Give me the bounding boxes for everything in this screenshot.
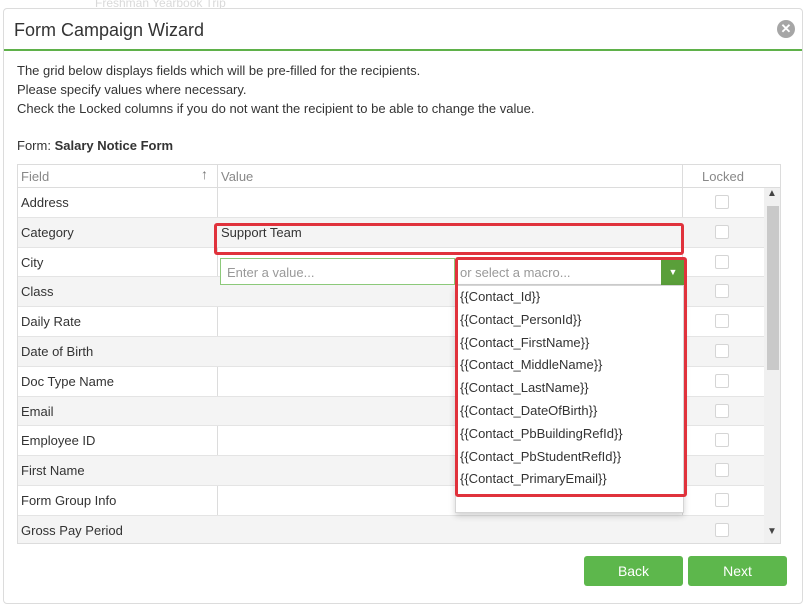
field-name: Email bbox=[21, 403, 54, 419]
instruction-line-2: Please specify values where necessary. bbox=[17, 82, 247, 97]
field-name: Employee ID bbox=[21, 433, 96, 449]
locked-checkbox[interactable] bbox=[715, 403, 729, 418]
field-name: Date of Birth bbox=[21, 343, 94, 359]
dialog-header: Form Campaign Wizard ✕ bbox=[4, 9, 802, 51]
field-name: First Name bbox=[21, 463, 85, 479]
dialog-title: Form Campaign Wizard bbox=[14, 20, 205, 40]
field-name: Daily Rate bbox=[21, 314, 81, 330]
value-input[interactable]: Enter a value... bbox=[220, 258, 455, 285]
form-name-label: Form: Salary Notice Form bbox=[17, 138, 173, 153]
locked-checkbox[interactable] bbox=[715, 195, 729, 209]
locked-checkbox[interactable] bbox=[715, 433, 729, 448]
back-button[interactable]: Back bbox=[584, 556, 683, 586]
field-name: Gross Pay Period bbox=[21, 522, 123, 538]
field-name: City bbox=[21, 254, 44, 270]
form-name: Salary Notice Form bbox=[54, 138, 174, 153]
next-button[interactable]: Next bbox=[688, 556, 787, 586]
close-icon[interactable]: ✕ bbox=[777, 20, 795, 38]
locked-checkbox[interactable] bbox=[715, 492, 729, 507]
locked-checkbox[interactable] bbox=[715, 373, 729, 388]
locked-checkbox[interactable] bbox=[715, 254, 729, 269]
table-row[interactable]: Gross Pay Period bbox=[18, 515, 764, 543]
field-name: Category bbox=[21, 224, 74, 240]
instruction-line-3: Check the Locked columns if you do not w… bbox=[17, 101, 535, 116]
locked-checkbox[interactable] bbox=[715, 224, 729, 239]
field-name: Doc Type Name bbox=[21, 373, 114, 389]
highlight-box-value bbox=[214, 223, 684, 255]
scrollbar-thumb[interactable] bbox=[767, 206, 779, 370]
field-name: Address bbox=[21, 195, 69, 210]
field-name: Form Group Info bbox=[21, 492, 117, 508]
field-name: Class bbox=[21, 284, 54, 300]
instructions: The grid below displays fields which wil… bbox=[17, 61, 534, 118]
column-header-field[interactable]: Field bbox=[21, 169, 49, 184]
locked-checkbox[interactable] bbox=[715, 314, 729, 329]
grid-header: Field ↑ Value Locked bbox=[18, 165, 780, 188]
scroll-down-arrow-icon[interactable]: ▼ bbox=[767, 526, 777, 537]
column-header-locked[interactable]: Locked bbox=[702, 169, 744, 184]
sort-up-arrow-icon[interactable]: ↑ bbox=[201, 166, 208, 182]
table-row[interactable]: Address bbox=[18, 188, 764, 218]
locked-checkbox[interactable] bbox=[715, 463, 729, 478]
locked-checkbox[interactable] bbox=[715, 284, 729, 299]
form-label-prefix: Form: bbox=[17, 138, 51, 153]
highlight-box-macros bbox=[455, 257, 687, 497]
column-header-value[interactable]: Value bbox=[221, 169, 253, 184]
scroll-up-arrow-icon[interactable]: ▲ bbox=[767, 188, 777, 199]
instruction-line-1: The grid below displays fields which wil… bbox=[17, 63, 421, 78]
locked-checkbox[interactable] bbox=[715, 343, 729, 358]
vertical-scrollbar[interactable]: ▲ ▼ bbox=[764, 188, 780, 543]
locked-checkbox[interactable] bbox=[715, 522, 729, 537]
